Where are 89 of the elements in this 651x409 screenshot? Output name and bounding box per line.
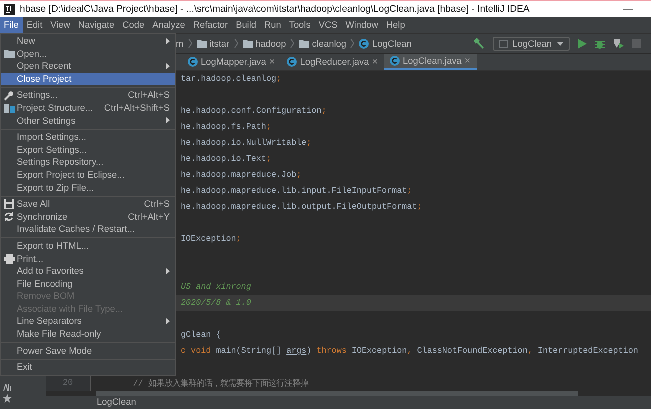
menu-item[interactable]: Navigate	[74, 17, 119, 33]
scrollbar-thumb[interactable]	[96, 391, 578, 396]
class-icon	[359, 38, 370, 48]
code-line: c void main(String[] args) throws IOException, ClassNotFoundException, InterruptedException	[181, 346, 638, 356]
minimize-button[interactable]: —	[623, 4, 633, 14]
folder-icon	[299, 40, 310, 48]
menu-item[interactable]: Export to HTML...	[1, 240, 175, 252]
menu-item[interactable]: Settings Repository...	[1, 156, 175, 169]
panel-title: LogClean	[97, 397, 136, 407]
class-icon	[390, 56, 400, 66]
folder-icon	[4, 50, 14, 58]
menu-item[interactable]: Power Save Mode	[1, 344, 175, 358]
menu-item[interactable]: Import Settings...	[1, 131, 175, 144]
breadcrumb[interactable]: LogClean	[359, 38, 412, 48]
breadcrumb[interactable]: cleanlog	[299, 38, 346, 48]
menu-item[interactable]: Export Project to Eclipse...	[1, 168, 175, 182]
chevron-icon	[290, 38, 296, 49]
breadcrumb[interactable]: hadoop	[242, 38, 286, 48]
folder-icon	[242, 40, 253, 48]
menu-item[interactable]: Code	[118, 17, 149, 33]
menu-item[interactable]: Export Settings...	[1, 144, 175, 156]
code-line: // 如果放入集群的话，就需要将下面这行注释掉	[132, 378, 308, 388]
caret-icon	[557, 42, 564, 46]
close-icon[interactable]: ×	[372, 56, 378, 68]
run-configuration-dropdown[interactable]: LogClean	[492, 36, 570, 50]
file-tab[interactable]: LogReducer.java ×	[281, 54, 384, 70]
breadcrumb[interactable]: itstar	[196, 38, 230, 48]
file-tab[interactable]: LogClean.java ×	[384, 54, 477, 70]
menu-item[interactable]: Help	[382, 17, 410, 33]
menu-item[interactable]: Synchronize Ctrl+Alt+Y	[1, 210, 175, 224]
code-line: he.hadoop.conf.Configuration;	[181, 106, 327, 116]
menu-item[interactable]: Open...	[1, 48, 175, 60]
code-line: IOException;	[181, 234, 242, 244]
menu-item[interactable]: Build	[232, 17, 260, 33]
menu-item[interactable]: Line Separators	[1, 315, 175, 328]
code-line: gClean {	[181, 330, 222, 340]
menu-item[interactable]: Other Settings	[1, 114, 175, 128]
menu-item[interactable]: Settings... Ctrl+Alt+S	[1, 89, 175, 102]
menu-item[interactable]: Export to Zip File...	[1, 182, 175, 194]
window-title: hbase [D:\idealC\Java Project\hbase] - ...\src\main\java\com\itstar\hadoop\cleanlog\LogClean.java [hbase] - IntelliJ IDEA	[20, 4, 531, 14]
chevron-icon	[234, 38, 239, 49]
star-icon[interactable]	[3, 394, 12, 403]
coverage-icon[interactable]	[613, 38, 624, 49]
chevron-icon	[350, 38, 356, 49]
menu-item[interactable]: Tools	[285, 17, 315, 33]
menu-item[interactable]: Exit	[1, 361, 175, 374]
save-icon	[4, 199, 14, 210]
wrench-icon	[4, 90, 14, 101]
menu-item[interactable]: Refactor	[189, 17, 232, 33]
bug-icon[interactable]	[595, 38, 605, 48]
menu-item[interactable]: Window	[342, 17, 382, 33]
code-line: he.hadoop.mapreduce.lib.input.FileInputFormat;	[181, 186, 412, 196]
close-icon[interactable]: ×	[464, 56, 471, 66]
sync-icon	[4, 212, 14, 222]
hammer-icon[interactable]	[472, 38, 485, 50]
code-line: he.hadoop.io.NullWritable;	[181, 138, 312, 148]
folder-icon	[196, 40, 207, 48]
menu-item[interactable]: Print...	[1, 252, 175, 266]
code-line: tar.hadoop.cleanlog;	[181, 74, 282, 84]
code-line: he.hadoop.fs.Path;	[181, 122, 272, 132]
code-line: US and xinrong	[181, 282, 252, 292]
menu-item[interactable]: Add to Favorites	[1, 265, 175, 278]
menu-item[interactable]: Close Project	[1, 72, 175, 86]
menu-item[interactable]: VCS	[314, 17, 342, 33]
menu-item[interactable]: Analyze	[148, 17, 190, 33]
close-icon[interactable]: ×	[269, 56, 276, 68]
class-icon	[188, 57, 198, 67]
menu-item[interactable]: Invalidate Caches / Restart...	[1, 223, 175, 236]
code-line: 2020/5/8 & 1.0	[181, 298, 252, 308]
menu-item[interactable]: View	[46, 17, 74, 33]
run-icon[interactable]	[578, 38, 587, 48]
code-line: he.hadoop.mapreduce.lib.output.FileOutputFormat;	[181, 202, 422, 212]
file-tab[interactable]: LogMapper.java ×	[182, 54, 282, 70]
class-icon	[287, 57, 298, 67]
menu-item[interactable]: File Encoding	[1, 278, 175, 290]
code-line: he.hadoop.io.Text;	[181, 154, 272, 164]
menu-item[interactable]: Run	[260, 17, 286, 33]
menu-item[interactable]: Edit	[22, 17, 47, 33]
breadcrumb[interactable]: m	[176, 38, 184, 48]
chevron-icon	[188, 38, 193, 49]
menu-item[interactable]: Make File Read-only	[1, 328, 175, 341]
menu-item[interactable]: Open Recent	[1, 60, 175, 73]
menu-item[interactable]: File	[0, 17, 23, 33]
menu-item[interactable]: Project Structure... Ctrl+Alt+Shift+S	[1, 102, 175, 115]
menu-item[interactable]: New	[1, 35, 175, 48]
window-icon	[498, 40, 508, 48]
app-logo-icon	[4, 4, 15, 14]
menu-item[interactable]: Save All Ctrl+S	[1, 198, 175, 211]
code-line: he.hadoop.mapreduce.Job;	[181, 170, 302, 180]
